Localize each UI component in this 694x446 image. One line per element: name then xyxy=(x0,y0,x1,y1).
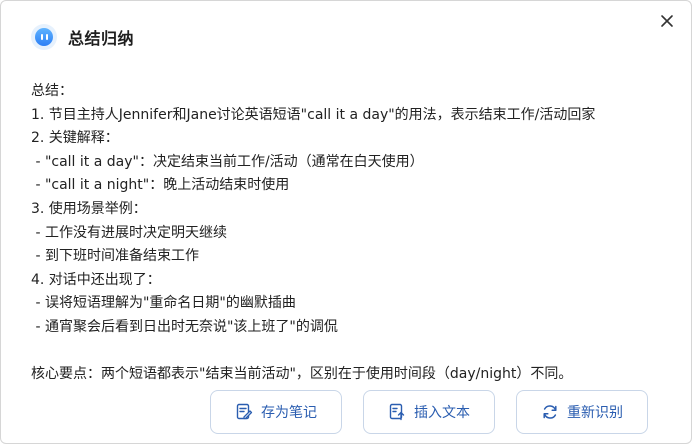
app-logo-icon xyxy=(31,24,57,50)
summary-key-point: 核心要点：两个短语都表示"结束当前活动"，区别在于使用时间段（day/night… xyxy=(31,366,573,383)
summary-line: 4. 对话中还出现了： xyxy=(31,271,161,288)
summary-line: - 工作没有进展时决定明天继续 xyxy=(31,224,227,241)
summary-line: 3. 使用场景举例： xyxy=(31,200,147,217)
note-edit-icon xyxy=(236,403,253,420)
summary-line: 1. 节目主持人Jennifer和Jane讨论英语短语"call it a da… xyxy=(31,106,596,123)
insert-doc-icon xyxy=(389,403,405,421)
close-button[interactable] xyxy=(657,11,677,31)
action-buttons: 存为笔记 插入文本 重新识别 xyxy=(210,390,648,434)
summary-line: - 通宵聚会后看到日出时无奈说"该上班了"的调侃 xyxy=(31,318,338,335)
summary-line: - "call it a day"：决定结束当前工作/活动（通常在白天使用） xyxy=(31,153,424,170)
insert-text-label: 插入文本 xyxy=(414,405,470,421)
refresh-icon xyxy=(543,405,557,419)
dialog-header: 总结归纳 xyxy=(31,23,134,51)
summary-line: - 到下班时间准备结束工作 xyxy=(31,248,199,265)
summary-dialog: 总结归纳 总结： 1. 节目主持人Jennifer和Jane讨论英语短语"cal… xyxy=(0,0,692,444)
insert-text-button[interactable]: 插入文本 xyxy=(363,390,495,434)
re-recognize-button[interactable]: 重新识别 xyxy=(516,390,648,434)
save-note-label: 存为笔记 xyxy=(261,405,317,421)
summary-line: 总结： xyxy=(31,83,73,99)
summary-line: 2. 关键解释： xyxy=(31,130,119,147)
re-recognize-label: 重新识别 xyxy=(567,405,623,421)
close-icon xyxy=(661,15,673,27)
save-note-button[interactable]: 存为笔记 xyxy=(210,390,342,434)
dialog-title: 总结归纳 xyxy=(68,29,135,48)
summary-line: - "call it a night"：晚上活动结束时使用 xyxy=(31,177,290,194)
summary-line: - 误将短语理解为"重命名日期"的幽默插曲 xyxy=(31,295,296,312)
summary-content: 总结： 1. 节目主持人Jennifer和Jane讨论英语短语"call it … xyxy=(31,80,671,387)
summary-blank-line xyxy=(31,340,671,364)
